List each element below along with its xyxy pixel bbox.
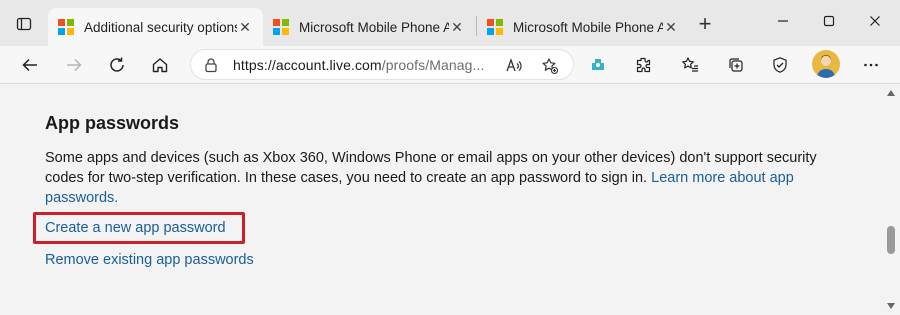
scroll-thumb[interactable] — [887, 226, 895, 254]
close-tab-icon[interactable]: ✕ — [663, 19, 679, 36]
tab-title: Microsoft Mobile Phone Au — [299, 19, 449, 35]
collections-icon[interactable] — [722, 51, 750, 79]
app-passwords-description: Some apps and devices (such as Xbox 360,… — [45, 148, 845, 208]
navigation-toolbar: https://account.live.com/proofs/Manag...… — [0, 46, 900, 118]
url-text[interactable]: https://account.live.com/proofs/Manag... — [233, 57, 484, 73]
close-tab-icon[interactable]: ✕ — [449, 19, 465, 36]
close-tab-icon[interactable]: ✕ — [237, 19, 253, 36]
tab-microsoft-mobile-2[interactable]: Microsoft Mobile Phone Au ✕ — [477, 8, 689, 46]
microsoft-logo-icon — [58, 19, 74, 35]
tab-additional-security[interactable]: Additional security options ✕ — [48, 8, 263, 46]
create-app-password-link[interactable]: Create a new app password — [45, 220, 226, 236]
vertical-scrollbar[interactable] — [882, 85, 900, 315]
tab-actions-icon[interactable] — [12, 12, 36, 36]
microsoft-logo-icon — [273, 19, 289, 35]
microsoft-logo-icon — [487, 19, 503, 35]
extensions-icon[interactable] — [629, 51, 657, 79]
refresh-icon[interactable] — [103, 51, 131, 79]
url-host: https://account.live.com — [233, 57, 382, 73]
url-path: /proofs/Manag... — [381, 57, 485, 73]
lock-icon[interactable] — [203, 57, 219, 73]
address-bar[interactable]: https://account.live.com/proofs/Manag... — [190, 49, 574, 80]
remove-app-passwords-link[interactable]: Remove existing app passwords — [45, 252, 254, 268]
back-icon[interactable] — [16, 51, 44, 79]
tab-title: Additional security options — [84, 19, 237, 35]
page-content: App passwords Some apps and devices (suc… — [0, 85, 882, 315]
new-tab-icon[interactable]: + — [694, 13, 716, 36]
more-options-icon[interactable] — [857, 51, 885, 79]
tab-title: Microsoft Mobile Phone Au — [513, 19, 663, 35]
close-window-icon[interactable] — [864, 10, 886, 32]
profile-avatar[interactable] — [812, 50, 840, 78]
add-favorite-icon[interactable] — [539, 55, 561, 77]
browser-essentials-icon[interactable] — [766, 51, 794, 79]
tab-microsoft-mobile-1[interactable]: Microsoft Mobile Phone Au ✕ — [263, 8, 475, 46]
read-aloud-icon[interactable] — [503, 55, 525, 77]
extension-icon[interactable] — [584, 51, 612, 79]
favorites-icon[interactable] — [676, 51, 704, 79]
home-icon[interactable] — [146, 51, 174, 79]
tab-strip: Additional security options ✕ Microsoft … — [0, 0, 900, 46]
scroll-down-icon[interactable] — [886, 301, 896, 311]
forward-icon[interactable] — [60, 51, 88, 79]
scroll-up-icon[interactable] — [886, 88, 896, 98]
section-title: App passwords — [45, 113, 180, 133]
maximize-icon[interactable] — [818, 10, 840, 32]
minimize-icon[interactable] — [772, 10, 794, 32]
